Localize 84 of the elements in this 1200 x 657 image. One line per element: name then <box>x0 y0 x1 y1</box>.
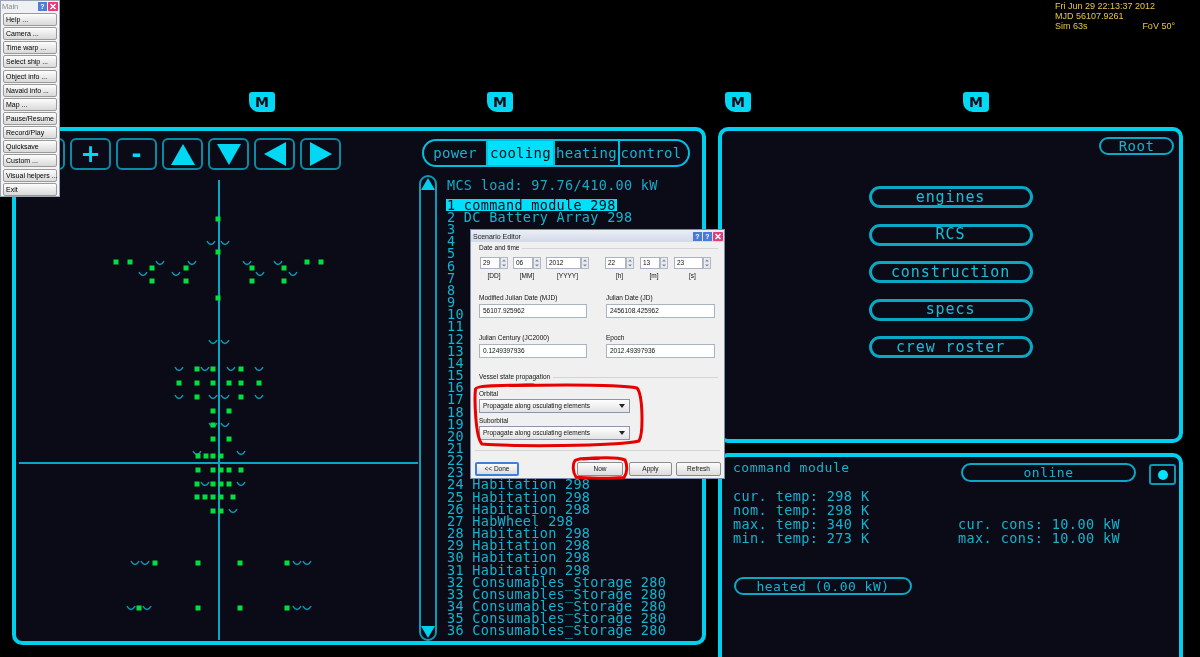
sim-time-readout: Sim 63s <box>1055 21 1088 31</box>
list-item[interactable]: 31 Habitation 298 <box>446 563 592 576</box>
caret-icon <box>619 404 625 408</box>
toolbar-button[interactable]: - <box>116 138 157 170</box>
toolbar-button[interactable] <box>162 138 203 170</box>
caret-icon <box>619 431 625 435</box>
toolbar-button[interactable] <box>254 138 295 170</box>
list-item[interactable]: 25 Habitation 298 <box>446 490 592 503</box>
date-time-readout: Fri Jun 29 22:13:37 2012 <box>1055 1 1156 11</box>
stat-readout: nom. temp: 298 K <box>733 503 870 517</box>
menu-button[interactable]: RCS <box>868 223 1033 246</box>
list-item[interactable]: 19 <box>446 417 465 430</box>
list-item[interactable]: 18 <box>446 405 465 418</box>
list-item[interactable]: 16 <box>446 381 465 394</box>
list-item[interactable]: 30 Habitation 298 <box>446 551 592 564</box>
mfd-mode-button[interactable]: M <box>963 92 989 112</box>
tab[interactable]: control <box>618 141 682 165</box>
stat-readout: max. cons: 10.00 kW <box>958 531 1121 545</box>
list-item[interactable]: 13 <box>446 344 465 357</box>
list-item[interactable]: 4 <box>446 235 457 248</box>
list-item[interactable]: 3 <box>446 223 457 236</box>
stat-readout: max. temp: 340 K <box>733 517 870 531</box>
tab[interactable]: cooling <box>486 141 553 165</box>
list-item[interactable]: 8 <box>446 283 457 297</box>
down-arrow-icon[interactable] <box>421 626 435 638</box>
left-triangle-icon <box>263 142 286 166</box>
spin-arrows-icon[interactable] <box>500 257 508 269</box>
close-icon[interactable] <box>48 2 58 11</box>
annotation-loop <box>571 456 629 480</box>
list-item[interactable]: 2 DC Battery Array 298 <box>446 211 634 224</box>
list-item[interactable]: 12 <box>446 332 465 345</box>
list-item[interactable]: 5 <box>446 247 457 260</box>
mfd-mode-button[interactable]: M <box>725 92 751 112</box>
down-triangle-icon <box>216 143 241 165</box>
up-triangle-icon <box>170 143 195 165</box>
menu-button[interactable]: crew roster <box>868 336 1033 358</box>
list-item[interactable]: 17 <box>446 393 465 406</box>
spin-arrows-icon[interactable] <box>581 257 589 269</box>
list-item[interactable]: 14 <box>446 356 465 370</box>
tab[interactable]: heating <box>553 141 618 165</box>
list-item[interactable]: 23 <box>446 466 465 479</box>
menu-button[interactable]: specs <box>868 298 1033 321</box>
status-button[interactable]: online <box>961 463 1136 482</box>
spin-arrows-icon[interactable] <box>660 257 668 269</box>
up-arrow-icon[interactable] <box>421 178 435 190</box>
list-item[interactable]: 26 Habitation 298 <box>446 502 592 515</box>
list-item[interactable]: 21 <box>446 441 465 455</box>
spin-arrows-icon[interactable] <box>533 257 541 269</box>
list-item[interactable]: 24 Habitation 298 <box>446 478 592 491</box>
menu-button[interactable]: construction <box>868 261 1033 283</box>
mfd-mode-button[interactable]: M <box>249 92 275 112</box>
module-title: command module <box>733 462 850 474</box>
close-icon[interactable] <box>713 231 723 241</box>
menu-button[interactable]: engines <box>868 186 1033 208</box>
list-item[interactable]: 11 <box>446 320 465 333</box>
list-item[interactable]: 27 HabWheel 298 <box>446 514 575 528</box>
mjd-readout: MJD 56107.9261 <box>1055 11 1124 21</box>
stat-readout: cur. temp: 298 K <box>733 489 870 503</box>
mfd-mode-button[interactable]: M <box>487 92 513 112</box>
load-readout: MCS load: 97.76/410.00 kW <box>446 179 659 192</box>
right-triangle-icon <box>309 142 332 166</box>
indicator-toggle[interactable] <box>1149 464 1176 485</box>
toolbar-button[interactable]: + <box>70 138 111 170</box>
list-item[interactable]: 20 <box>446 429 465 442</box>
list-item[interactable]: 9 <box>446 296 457 309</box>
list-item[interactable]: 7 <box>446 271 457 284</box>
list-item[interactable]: 1 command module 298 <box>446 198 617 211</box>
spin-arrows-icon[interactable] <box>703 257 711 269</box>
tab[interactable]: power <box>424 141 486 165</box>
list-item[interactable]: 22 <box>446 454 465 467</box>
mode-button[interactable]: heated (0.00 kW) <box>734 577 912 595</box>
list-item[interactable]: 15 <box>446 369 465 382</box>
list-item[interactable]: 6 <box>446 259 457 272</box>
list-item[interactable]: 29 Habitation 298 <box>446 539 592 552</box>
fov-readout: FoV 50° <box>1142 21 1175 31</box>
list-item[interactable]: 28 Habitation 298 <box>446 527 592 540</box>
toolbar-button[interactable] <box>208 138 249 170</box>
list-item[interactable]: 10 <box>446 308 465 321</box>
stat-readout: cur. cons: 10.00 kW <box>958 517 1121 531</box>
scrollbar[interactable] <box>419 175 437 641</box>
spin-arrows-icon[interactable] <box>626 257 634 269</box>
stat-readout: min. temp: 273 K <box>733 531 870 545</box>
root-button[interactable]: Root <box>1099 137 1174 155</box>
toolbar-button[interactable] <box>300 138 341 170</box>
